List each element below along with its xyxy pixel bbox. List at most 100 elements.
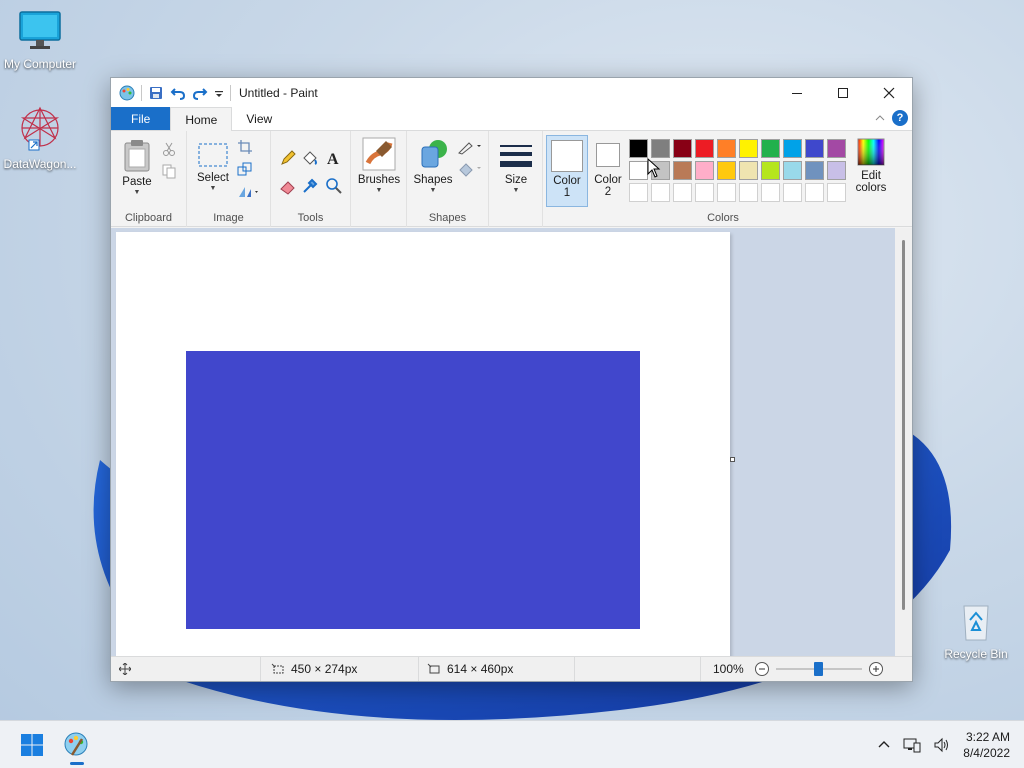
palette-swatch[interactable]: [827, 161, 846, 180]
resize-icon[interactable]: [237, 161, 253, 177]
undo-icon[interactable]: [170, 85, 186, 101]
custom-color-slot[interactable]: [673, 183, 692, 202]
custom-color-slot[interactable]: [651, 183, 670, 202]
canvas-area[interactable]: [111, 228, 912, 656]
crop-icon[interactable]: [237, 139, 253, 155]
text-icon[interactable]: A: [325, 149, 343, 167]
clipboard-group-label: Clipboard: [124, 212, 173, 224]
volume-icon[interactable]: [933, 737, 951, 753]
select-rectangle-icon: [198, 143, 228, 167]
close-icon: [883, 87, 895, 98]
canvas-resize-handle[interactable]: [730, 457, 735, 462]
rotate-icon[interactable]: [237, 183, 261, 199]
fill-icon[interactable]: [457, 161, 483, 177]
minimize-button[interactable]: [774, 78, 820, 107]
color-picker-icon[interactable]: [301, 177, 319, 195]
datawagon-logo-icon: [20, 106, 60, 151]
color-2-swatch: [596, 143, 620, 167]
paste-button[interactable]: Paste ▼: [117, 139, 157, 196]
zoom-slider-thumb[interactable]: [814, 662, 824, 676]
minimize-icon: [792, 92, 802, 94]
palette-swatch[interactable]: [739, 161, 758, 180]
tab-file[interactable]: File: [111, 107, 171, 130]
palette-swatch[interactable]: [673, 139, 692, 158]
desktop-icon-datawagon[interactable]: DataWagon...: [0, 104, 80, 171]
palette-swatch[interactable]: [695, 139, 714, 158]
drawing-canvas[interactable]: [116, 232, 730, 656]
zoom-slider[interactable]: [775, 661, 862, 677]
palette-swatch[interactable]: [629, 139, 648, 158]
color-2-button[interactable]: Color 2: [590, 135, 626, 207]
palette-swatch[interactable]: [805, 161, 824, 180]
close-button[interactable]: [866, 78, 912, 107]
copy-icon[interactable]: [161, 163, 177, 179]
windows-start-icon[interactable]: [20, 733, 44, 757]
custom-color-slot[interactable]: [629, 183, 648, 202]
edit-colors-label-2: colors: [855, 182, 887, 194]
outline-icon[interactable]: [457, 139, 483, 155]
custom-color-slot[interactable]: [805, 183, 824, 202]
network-icon[interactable]: [903, 737, 921, 753]
tab-view[interactable]: View: [232, 107, 286, 130]
size-button[interactable]: Size ▼: [495, 143, 537, 194]
palette-swatch[interactable]: [783, 139, 802, 158]
selection-size-text: 450 × 274px: [291, 662, 358, 676]
color-1-button[interactable]: Color 1: [546, 135, 588, 207]
collapse-ribbon-icon[interactable]: [874, 112, 886, 124]
tab-home[interactable]: Home: [170, 107, 233, 131]
palette-swatch[interactable]: [717, 139, 736, 158]
palette-swatch[interactable]: [805, 139, 824, 158]
taskbar-paint-button[interactable]: [62, 731, 90, 765]
customize-toolbar-dropdown-icon[interactable]: [214, 85, 224, 101]
zoom-out-icon[interactable]: [754, 661, 770, 677]
zoom-in-icon[interactable]: [868, 661, 884, 677]
paint-app-icon[interactable]: [119, 85, 135, 101]
palette-swatch[interactable]: [629, 161, 648, 180]
redo-icon[interactable]: [192, 85, 208, 101]
custom-color-slot[interactable]: [739, 183, 758, 202]
line-size-icon: [500, 145, 532, 167]
custom-color-slot[interactable]: [717, 183, 736, 202]
show-hidden-icons-chevron-up-icon[interactable]: [877, 738, 891, 752]
palette-swatch[interactable]: [761, 139, 780, 158]
custom-color-slot[interactable]: [827, 183, 846, 202]
selection-size-icon: [271, 663, 284, 674]
custom-color-slot[interactable]: [695, 183, 714, 202]
maximize-button[interactable]: [820, 78, 866, 107]
shapes-group-label: Shapes: [428, 212, 467, 224]
cut-icon[interactable]: [161, 141, 177, 157]
palette-swatch[interactable]: [695, 161, 714, 180]
palette-swatch[interactable]: [827, 139, 846, 158]
palette-swatch[interactable]: [739, 139, 758, 158]
size-group: Size ▼: [489, 131, 543, 227]
edit-colors-button[interactable]: Edit colors: [849, 137, 893, 194]
paint-window: Untitled - Paint File Home View ? Paste …: [110, 77, 913, 682]
vertical-scrollbar[interactable]: [895, 228, 912, 656]
custom-color-slot[interactable]: [761, 183, 780, 202]
magnifier-icon[interactable]: [325, 177, 343, 195]
palette-swatch[interactable]: [651, 139, 670, 158]
brushes-button[interactable]: Brushes ▼: [355, 137, 403, 194]
palette-swatch[interactable]: [761, 161, 780, 180]
size-label: Size: [504, 174, 528, 186]
system-tray: 3:22 AM 8/4/2022: [877, 721, 1010, 768]
save-icon[interactable]: [148, 85, 164, 101]
colors-group-label: Colors: [707, 212, 739, 224]
fill-bucket-icon[interactable]: [301, 149, 319, 167]
clock[interactable]: 3:22 AM 8/4/2022: [963, 729, 1010, 761]
pencil-icon[interactable]: [279, 149, 297, 167]
shapes-button[interactable]: Shapes ▼: [411, 137, 455, 194]
title-bar[interactable]: Untitled - Paint: [111, 78, 912, 107]
custom-color-slot[interactable]: [783, 183, 802, 202]
select-button[interactable]: Select ▼: [193, 141, 233, 192]
palette-swatch[interactable]: [717, 161, 736, 180]
eraser-icon[interactable]: [279, 177, 297, 195]
palette-swatch[interactable]: [673, 161, 692, 180]
brush-icon: [362, 137, 396, 171]
scrollbar-thumb[interactable]: [902, 240, 905, 610]
desktop-icon-label: My Computer: [3, 57, 77, 71]
desktop-icon-recycle-bin[interactable]: Recycle Bin: [936, 600, 1016, 661]
desktop-icon-my-computer[interactable]: My Computer: [0, 10, 80, 71]
help-button[interactable]: ?: [892, 110, 908, 126]
palette-swatch[interactable]: [783, 161, 802, 180]
